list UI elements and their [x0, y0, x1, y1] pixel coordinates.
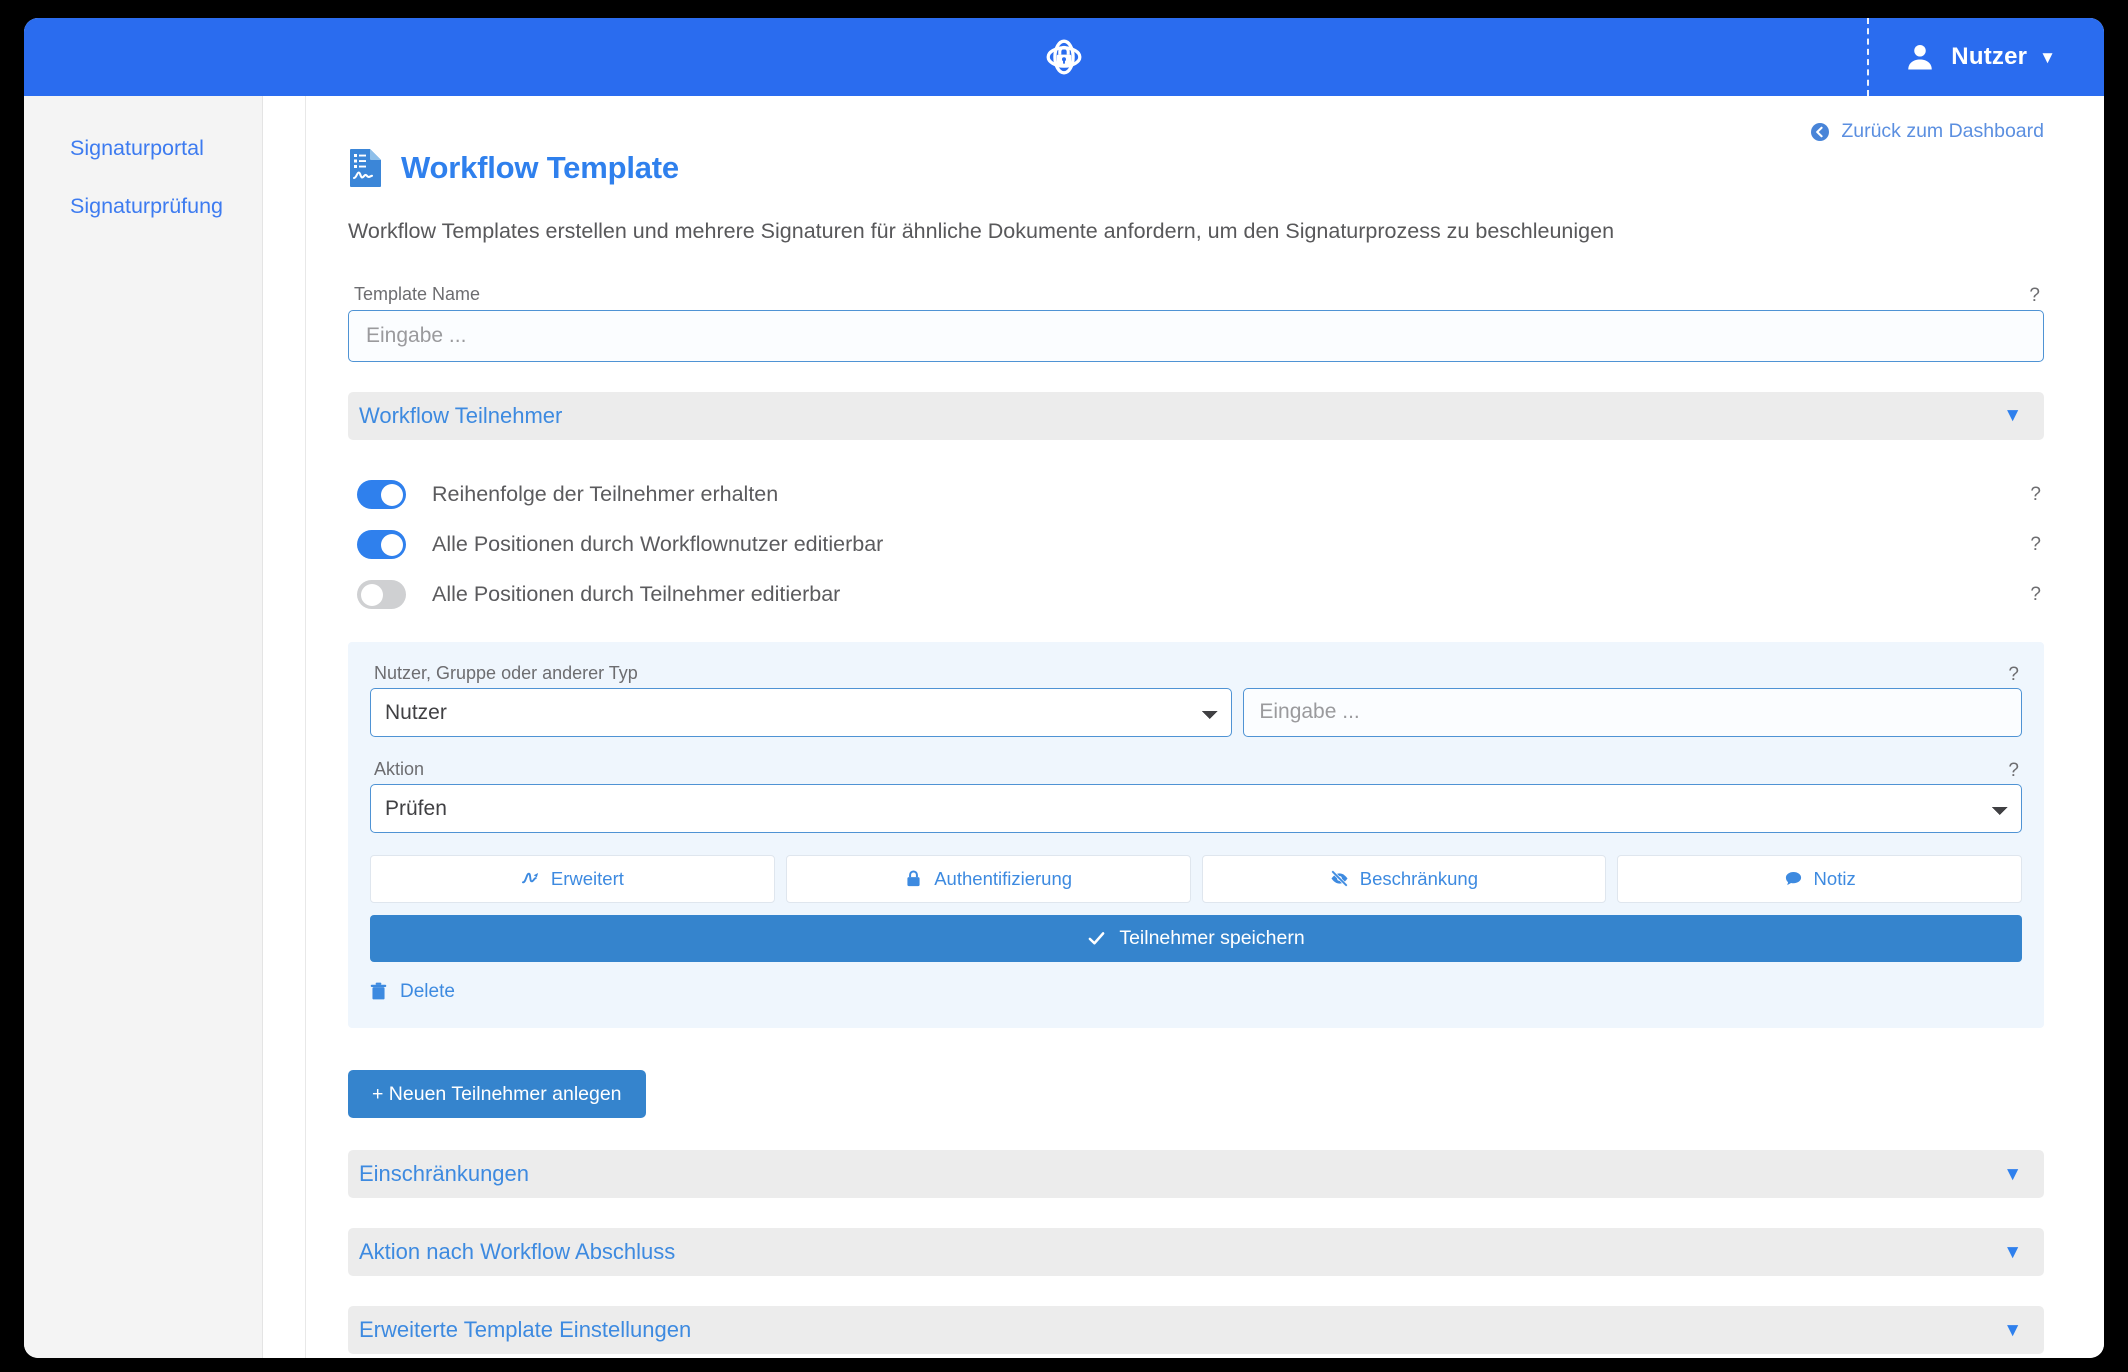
toggle-alle-positionen-durch-workflownutzer-editierbar[interactable]: [357, 530, 406, 560]
participant-action-label-row: Aktion ?: [370, 759, 2022, 784]
accordion-erweiterte-template-einstellungen[interactable]: Erweiterte Template Einstellungen ▼: [348, 1306, 2044, 1355]
body-area: Signaturportal Signaturprüfung Zurück zu…: [24, 96, 2104, 1358]
help-icon-template-name[interactable]: ?: [2029, 286, 2040, 305]
authentifizierung-button[interactable]: Authentifizierung: [785, 854, 1191, 903]
back-link-label: Zurück zum Dashboard: [1841, 120, 2044, 142]
layout-gap: [263, 96, 305, 1358]
lock-clover-logo-icon[interactable]: [1041, 34, 1087, 80]
accordion-workflow-teilnehmer[interactable]: Workflow Teilnehmer ▼: [348, 391, 2044, 440]
authentifizierung-label: Authentifizierung: [934, 867, 1073, 889]
accordion-title-workflow-teilnehmer: Workflow Teilnehmer: [359, 402, 563, 428]
toggle-alle-positionen-durch-teilnehmer-editierbar[interactable]: [357, 580, 406, 610]
template-name-label: Template Name: [354, 283, 481, 304]
participant-type-row: Nutzer: [370, 687, 2022, 737]
participant-type-select[interactable]: Nutzer: [370, 687, 1233, 737]
document-signature-icon: [348, 148, 384, 188]
toggle-row-positionen-teilnehmer: Alle Positionen durch Teilnehmer editier…: [357, 570, 2044, 620]
participant-name-input[interactable]: [1243, 687, 2022, 737]
trash-icon: [370, 982, 387, 1001]
participant-action-field: Aktion ? Prüfen: [370, 759, 2022, 833]
beschraenkung-button[interactable]: Beschränkung: [1201, 854, 1607, 903]
participant-type-field: Nutzer, Gruppe oder anderer Typ ? Nutzer: [370, 663, 2022, 737]
sidebar-item-signaturportal[interactable]: Signaturportal: [70, 136, 262, 161]
help-icon-positionen-teilnehmer[interactable]: ?: [2030, 584, 2041, 606]
sidebar-item-signaturpruefung[interactable]: Signaturprüfung: [70, 194, 262, 219]
sidebar: Signaturportal Signaturprüfung: [24, 96, 263, 1358]
eye-slash-icon: [1330, 869, 1349, 888]
template-name-label-row: Template Name ?: [348, 284, 2044, 310]
help-icon-participant-type[interactable]: ?: [2008, 665, 2019, 684]
participant-type-label-row: Nutzer, Gruppe oder anderer Typ ?: [370, 663, 2022, 688]
beschraenkung-label: Beschränkung: [1359, 867, 1479, 889]
toggle-list: Reihenfolge der Teilnehmer erhalten ? Al…: [348, 470, 2044, 620]
check-icon: [1087, 929, 1106, 948]
help-icon-participant-action[interactable]: ?: [2008, 761, 2019, 780]
lock-icon: [904, 869, 923, 888]
toggle-label-positionen-workflownutzer: Alle Positionen durch Workflownutzer edi…: [432, 532, 884, 557]
delete-participant-button[interactable]: Delete: [370, 981, 455, 1003]
top-navigation-bar: Nutzer ▼: [24, 18, 2104, 96]
back-arrow-icon: [1810, 122, 1830, 142]
accordion-aktion-nach-workflow-abschluss[interactable]: Aktion nach Workflow Abschluss ▼: [348, 1228, 2044, 1277]
participant-action-select[interactable]: Prüfen: [370, 783, 2022, 833]
back-link-row: Zurück zum Dashboard: [348, 96, 2044, 143]
accordion-title-einschraenkungen: Einschränkungen: [359, 1161, 530, 1187]
back-to-dashboard-link[interactable]: Zurück zum Dashboard: [1810, 120, 2044, 143]
accordion-title-erweiterte-template-einstellungen: Erweiterte Template Einstellungen: [359, 1317, 692, 1343]
template-name-input[interactable]: [348, 309, 2044, 362]
template-name-field-block: Template Name ?: [348, 284, 2044, 362]
toggle-label-reihenfolge: Reihenfolge der Teilnehmer erhalten: [432, 482, 779, 507]
user-menu[interactable]: Nutzer ▼: [1867, 18, 2104, 96]
collapsed-sections-group: Einschränkungen ▼ Aktion nach Workflow A…: [348, 1150, 2044, 1355]
participant-card: Nutzer, Gruppe oder anderer Typ ? Nutzer…: [348, 641, 2044, 1029]
notiz-button[interactable]: Notiz: [1617, 854, 2022, 903]
signature-icon: [521, 869, 540, 888]
toggle-label-positionen-teilnehmer: Alle Positionen durch Teilnehmer editier…: [432, 582, 841, 607]
application-window: Nutzer ▼ Signaturportal Signaturprüfung: [24, 18, 2104, 1358]
erweitert-button[interactable]: Erweitert: [370, 854, 775, 903]
accordion-einschraenkungen[interactable]: Einschränkungen ▼: [348, 1150, 2044, 1199]
save-participant-button[interactable]: Teilnehmer speichern: [370, 914, 2022, 962]
erweitert-label: Erweitert: [550, 867, 624, 889]
save-participant-label: Teilnehmer speichern: [1119, 926, 1305, 949]
toggle-row-positionen-workflownutzer: Alle Positionen durch Workflownutzer edi…: [357, 520, 2044, 570]
chevron-down-icon: ▼: [2003, 1163, 2022, 1185]
accordion-title-aktion-nach-workflow-abschluss: Aktion nach Workflow Abschluss: [359, 1239, 676, 1265]
add-participant-button[interactable]: + Neuen Teilnehmer anlegen: [348, 1070, 646, 1119]
comment-icon: [1784, 869, 1803, 888]
chevron-down-icon: ▼: [2003, 1241, 2022, 1263]
toggle-reihenfolge-der-teilnehmer-erhalten[interactable]: [357, 480, 406, 510]
participant-action-label: Aktion: [374, 758, 425, 779]
chevron-down-icon: ▼: [2039, 47, 2056, 67]
chevron-down-icon: ▼: [2003, 1319, 2022, 1341]
help-icon-reihenfolge[interactable]: ?: [2030, 484, 2041, 506]
help-icon-positionen-workflownutzer[interactable]: ?: [2030, 534, 2041, 556]
participant-option-buttons: Erweitert Authentifizierung Beschränkung…: [370, 854, 2022, 903]
delete-participant-label: Delete: [400, 980, 455, 1002]
toggle-row-reihenfolge: Reihenfolge der Teilnehmer erhalten ?: [357, 470, 2044, 520]
notiz-label: Notiz: [1813, 867, 1856, 889]
chevron-down-icon: ▼: [2003, 405, 2022, 427]
page-title-row: Workflow Template: [348, 148, 2044, 188]
page-title: Workflow Template: [401, 150, 679, 185]
page-description: Workflow Templates erstellen und mehrere…: [348, 219, 1615, 243]
participant-type-label: Nutzer, Gruppe oder anderer Typ: [374, 662, 638, 683]
main-content: Zurück zum Dashboard Workflow Template W…: [305, 96, 2104, 1358]
avatar-icon: [1905, 42, 1935, 72]
user-menu-label: Nutzer: [1951, 43, 2028, 70]
